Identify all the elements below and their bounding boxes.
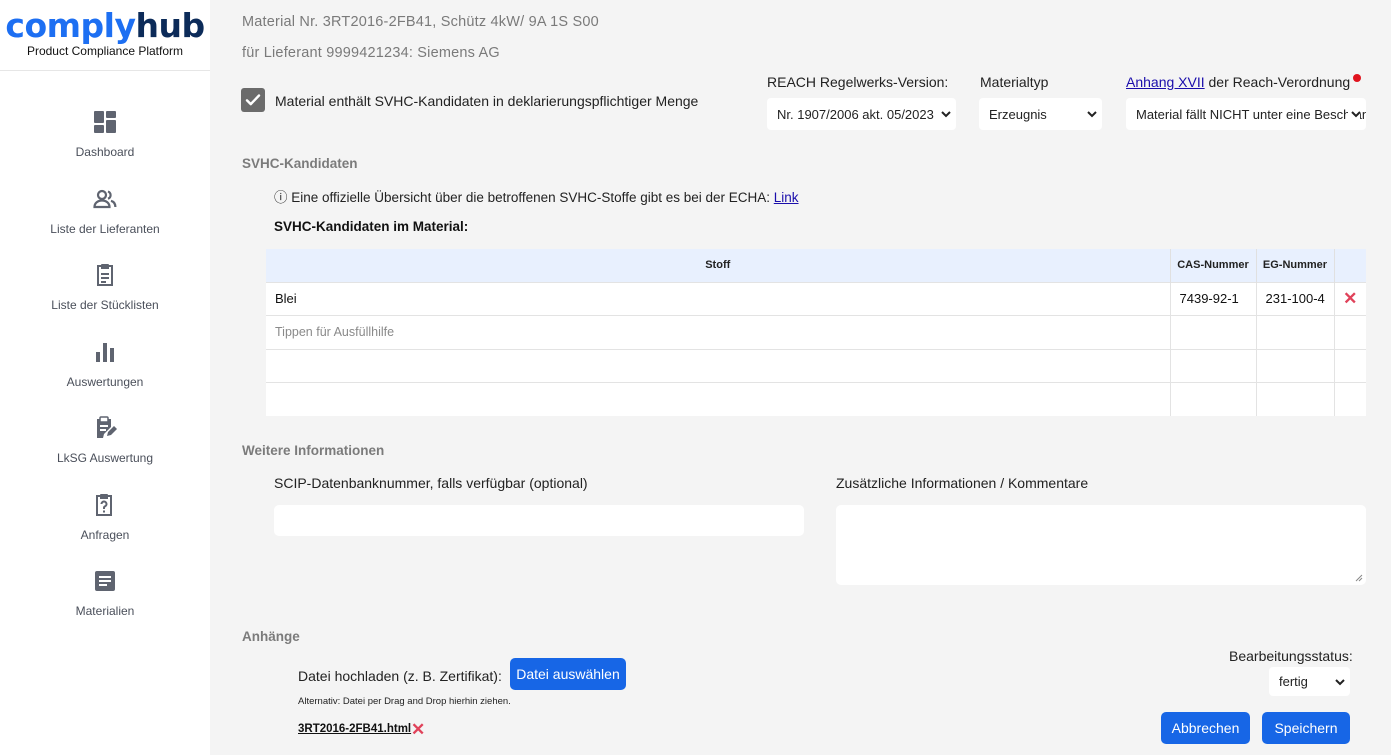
cas-cell (1169, 315, 1256, 349)
material-type-label: Materialtyp (980, 74, 1049, 90)
annex-select[interactable]: Material fällt NICHT unter eine Beschrän… (1126, 98, 1366, 130)
echa-info-text: ⓘ Eine offizielle Übersicht über die bet… (274, 186, 799, 206)
sidebar-item-label: Liste der Stücklisten (51, 298, 159, 312)
delete-row-cell: ✕ (1333, 281, 1366, 316)
delete-row-cell (1333, 382, 1366, 416)
cancel-button[interactable]: Abbrechen (1161, 712, 1250, 744)
resize-handle-icon[interactable] (1355, 574, 1363, 582)
cas-cell: 7439-92-1 (1169, 281, 1256, 316)
annex-label: Anhang XVII der Reach-Verordnung (1126, 74, 1362, 90)
required-indicator-icon (1353, 74, 1362, 82)
table-row (266, 382, 1366, 416)
status-select[interactable]: fertig (1269, 667, 1350, 696)
upload-label: Datei hochladen (z. B. Zertifikat): (298, 668, 502, 684)
cas-cell (1169, 382, 1256, 416)
status-value: fertig (1279, 674, 1308, 689)
delete-row-cell (1333, 348, 1366, 383)
table-row: Tippen für Ausfüllhilfe (266, 315, 1366, 349)
table-row: Blei 7439-92-1 231-100-4 ✕ (266, 281, 1366, 316)
logo-text-comply: comply (5, 6, 136, 45)
clipboard-edit-icon (92, 415, 118, 441)
sidebar-nav: Dashboard Liste der Lieferanten Liste de… (0, 71, 210, 633)
svhc-subtitle: SVHC-Kandidaten im Material: (274, 219, 469, 234)
save-button[interactable]: Speichern (1262, 712, 1350, 744)
column-header-eg: EG-Nummer (1255, 249, 1334, 282)
sidebar-item-materials[interactable]: Materialien (0, 556, 210, 633)
table-header-row: Stoff CAS-Nummer EG-Nummer (266, 249, 1366, 282)
column-header-cas: CAS-Nummer (1169, 249, 1256, 282)
sidebar-item-label: Materialien (75, 604, 135, 618)
people-icon (92, 186, 118, 212)
cas-cell (1169, 348, 1256, 383)
main-content: Material Nr. 3RT2016-2FB41, Schütz 4kW/ … (210, 0, 1391, 755)
dashboard-icon (92, 109, 118, 135)
remove-file-icon[interactable]: ✕ (411, 720, 425, 740)
sidebar: complyhub Product Compliance Platform Da… (0, 0, 210, 755)
sidebar-item-label: Anfragen (80, 527, 130, 542)
annex-label-text: der Reach-Verordnung (1204, 74, 1351, 90)
sidebar-item-bom-lists[interactable]: Liste der Stücklisten (0, 250, 210, 327)
annex-xvii-link[interactable]: Anhang XVII (1126, 74, 1205, 90)
comments-label: Zusätzliche Informationen / Kommentare (836, 475, 1089, 491)
sidebar-item-label: Auswertungen (66, 374, 144, 389)
material-type-select[interactable]: Erzeugnis (979, 98, 1102, 130)
checkmark-icon (245, 94, 261, 106)
reach-version-select[interactable]: Nr. 1907/2006 akt. 05/2023 (767, 98, 956, 130)
material-title: Material Nr. 3RT2016-2FB41, Schütz 4kW/ … (242, 14, 599, 30)
supplier-title: für Lieferant 9999421234: Siemens AG (242, 45, 500, 61)
chevron-down-icon (938, 108, 951, 120)
column-header-actions (1333, 249, 1366, 282)
reach-version-label: REACH Regelwerks-Version: (767, 74, 949, 90)
sidebar-item-reports[interactable]: Auswertungen (0, 327, 210, 404)
echa-info-prefix: ⓘ Eine offizielle Übersicht über die bet… (274, 190, 774, 205)
substance-cell[interactable] (266, 382, 1170, 416)
annex-value: Material fällt NICHT unter eine Beschrän… (1136, 106, 1366, 122)
svhc-section-title: SVHC-Kandidaten (242, 156, 358, 171)
sidebar-item-label: Liste der Lieferanten (50, 221, 160, 236)
svhc-checkbox-label[interactable]: Material enthält SVHC-Kandidaten in dekl… (275, 93, 698, 109)
logo-text-hub: hub (135, 6, 205, 45)
comments-textarea[interactable] (836, 505, 1366, 585)
sidebar-item-suppliers[interactable]: Liste der Lieferanten (0, 174, 210, 251)
logo-tagline: Product Compliance Platform (26, 44, 184, 58)
chevron-down-icon (1348, 108, 1361, 120)
eg-cell (1255, 382, 1334, 416)
drag-drop-note: Alternativ: Datei per Drag and Drop hier… (298, 696, 511, 707)
attached-file-link[interactable]: 3RT2016-2FB41.html (298, 723, 411, 735)
reach-version-value: Nr. 1907/2006 akt. 05/2023 (777, 106, 934, 122)
eg-cell (1255, 348, 1334, 383)
choose-file-button[interactable]: Datei auswählen (510, 658, 626, 690)
bar-chart-icon (92, 339, 118, 365)
delete-row-cell (1333, 315, 1366, 349)
status-label: Bearbeitungsstatus: (1229, 648, 1353, 664)
svhc-checkbox[interactable] (241, 88, 265, 112)
document-icon (92, 568, 118, 594)
clipboard-question-icon (92, 492, 118, 518)
eg-cell (1255, 315, 1334, 349)
clipboard-list-icon (92, 262, 118, 288)
logo[interactable]: complyhub Product Compliance Platform (0, 0, 210, 71)
sidebar-item-dashboard[interactable]: Dashboard (0, 97, 210, 174)
eg-cell: 231-100-4 (1255, 281, 1334, 316)
svhc-table: Stoff CAS-Nummer EG-Nummer Blei 7439-92-… (266, 249, 1366, 416)
material-type-value: Erzeugnis (989, 106, 1047, 122)
delete-row-icon[interactable]: ✕ (1343, 289, 1357, 308)
sidebar-item-lksg-report[interactable]: LkSG Auswertung (0, 403, 210, 480)
scip-label: SCIP-Datenbanknummer, falls verfügbar (o… (274, 475, 588, 491)
substance-cell[interactable] (266, 348, 1170, 383)
sidebar-item-label: LkSG Auswertung (56, 451, 154, 465)
sidebar-item-label: Dashboard (75, 145, 135, 159)
chevron-down-icon (1084, 108, 1097, 120)
substance-input-cell[interactable]: Tippen für Ausfüllhilfe (266, 315, 1170, 349)
table-row (266, 348, 1366, 383)
further-info-title: Weitere Informationen (242, 443, 385, 458)
scip-input[interactable] (274, 505, 804, 536)
chevron-down-icon (1332, 676, 1345, 688)
column-header-substance: Stoff (266, 249, 1170, 282)
attachments-title: Anhänge (242, 629, 300, 644)
sidebar-item-requests[interactable]: Anfragen (0, 480, 210, 557)
substance-cell[interactable]: Blei (266, 281, 1170, 316)
echa-link[interactable]: Link (774, 190, 799, 205)
